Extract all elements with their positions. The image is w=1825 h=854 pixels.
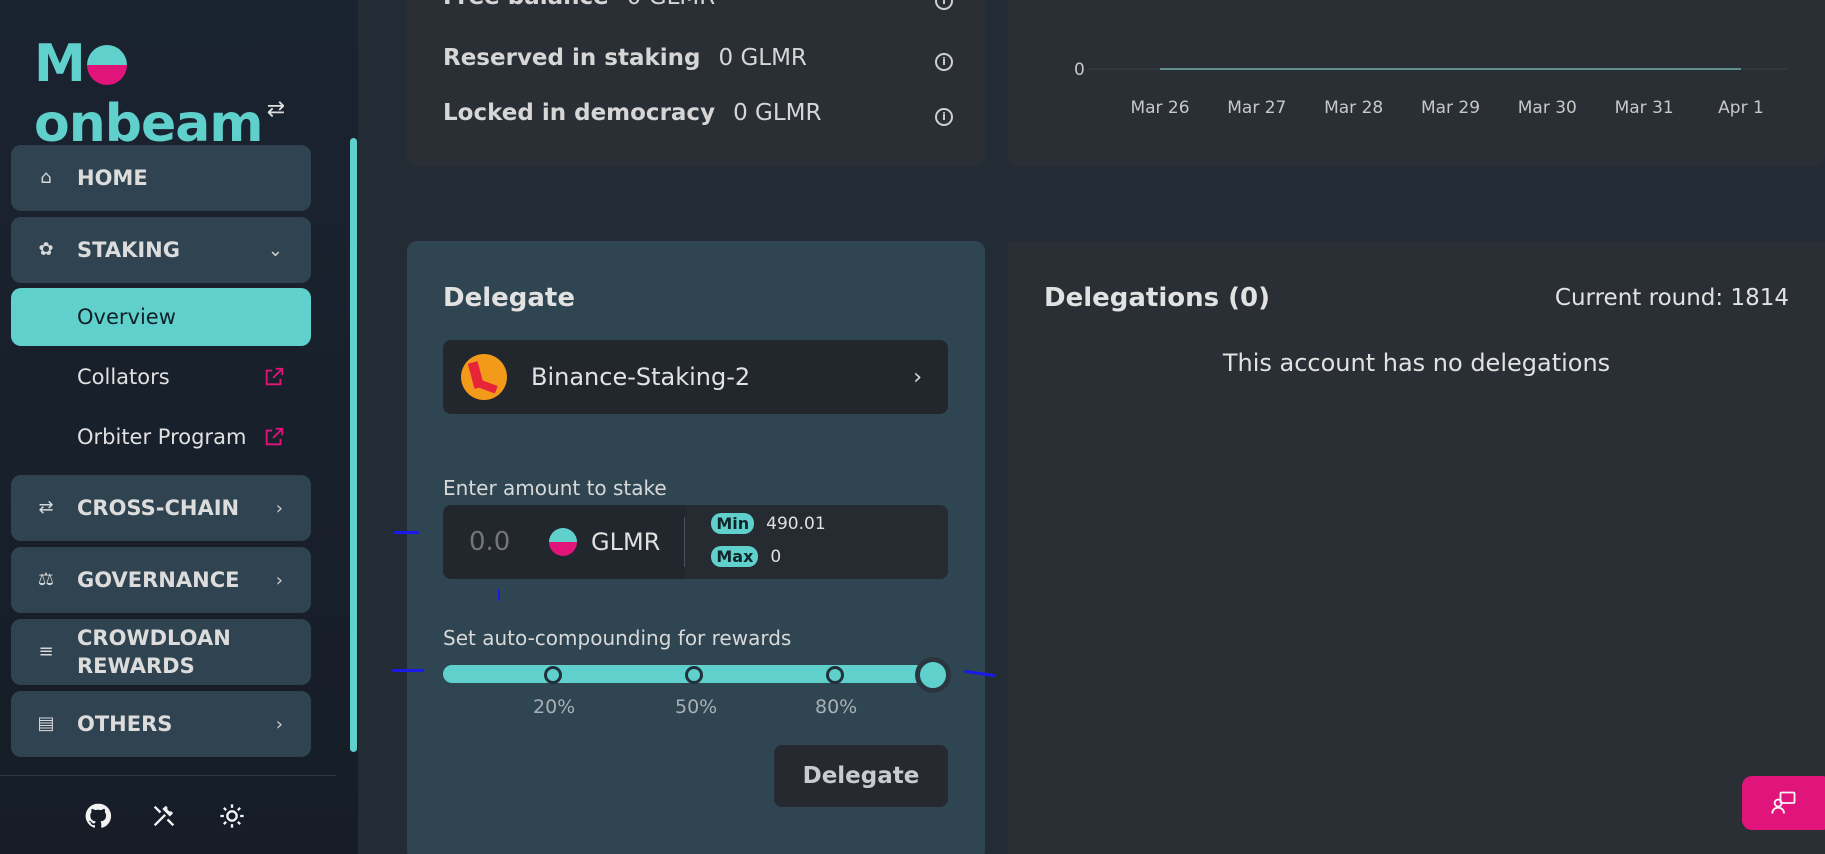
chart-x-tick-label: Mar 31 xyxy=(1615,98,1674,118)
info-icon[interactable]: i xyxy=(935,108,953,126)
max-button[interactable]: Max xyxy=(711,546,759,567)
balance-chart: 0 Mar 26 Mar 27 Mar 28 Mar 29 Mar 30 Mar 31 Apr… xyxy=(1074,60,1788,118)
compound-slider-thumb[interactable] xyxy=(915,657,951,693)
nav-home[interactable]: ⌂ HOME xyxy=(11,145,311,211)
sidebar-scrollbar[interactable] xyxy=(350,138,357,752)
nav-cross-chain-label: CROSS-CHAIN xyxy=(77,496,240,520)
chevron-right-icon: › xyxy=(275,713,283,735)
delegations-title: Delegations (0) xyxy=(1044,283,1271,313)
locked-balance-value: 0 GLMR xyxy=(733,100,822,126)
vote-icon: ⚖ xyxy=(37,569,55,590)
external-link-icon xyxy=(265,427,284,446)
nav-staking-label: STAKING xyxy=(77,238,180,262)
reserved-balance-label: Reserved in staking xyxy=(443,45,701,71)
amount-box: GLMR Min 490.01 Max 0 xyxy=(443,505,948,579)
annotation-mark xyxy=(498,589,500,601)
tick-label-20: 20% xyxy=(533,696,576,718)
slider-stop-50[interactable] xyxy=(685,666,703,684)
min-row: Min 490.01 xyxy=(711,513,826,534)
chevron-down-icon: ⌄ xyxy=(267,239,283,261)
transfer-icon: ⇄ xyxy=(38,497,54,518)
moon-logo-icon xyxy=(86,45,127,85)
delegate-button[interactable]: Delegate xyxy=(774,745,948,807)
support-chat-button[interactable] xyxy=(1742,776,1825,830)
nav-cross-chain[interactable]: ⇄ CROSS-CHAIN › xyxy=(11,475,311,541)
tick-label-50: 50% xyxy=(675,696,718,718)
sidebar-item-label: Overview xyxy=(77,305,176,329)
amount-input[interactable] xyxy=(469,527,549,557)
chart-x-tick-label: Mar 29 xyxy=(1421,98,1480,118)
chart-x-tick-label: Mar 26 xyxy=(1130,98,1189,118)
sidebar-item-collators[interactable]: Collators xyxy=(11,348,311,406)
nav-home-label: HOME xyxy=(77,166,148,190)
nav-crowdloan-label: CROWDLOAN REWARDS xyxy=(77,626,231,678)
free-balance-row: Free balance 0 GLMR i xyxy=(443,0,953,10)
moonbeam-logo[interactable]: Monbeam xyxy=(34,34,304,154)
sidebar: Monbeam ⇄ ⌂ HOME ✿ STAKING ⌄ Overview Co… xyxy=(0,0,358,854)
nav-staking[interactable]: ✿ STAKING ⌄ xyxy=(11,217,311,283)
sun-icon[interactable] xyxy=(216,800,248,832)
chart-x-tick-label: Apr 1 xyxy=(1718,98,1764,118)
delegate-title: Delegate xyxy=(443,283,575,313)
balance-chart-card: 0 Mar 26 Mar 27 Mar 28 Mar 29 Mar 30 Mar 31 Apr… xyxy=(1008,0,1825,166)
plant-icon: ✿ xyxy=(38,239,54,260)
nav-governance-label: GOVERNANCE xyxy=(77,568,240,592)
nav-crowdloan-rewards[interactable]: ≡ CROWDLOAN REWARDS xyxy=(11,619,311,685)
nav-others[interactable]: ▤ OTHERS › xyxy=(11,691,311,757)
slider-stop-80[interactable] xyxy=(826,666,844,684)
external-link-icon xyxy=(265,367,284,386)
github-icon[interactable] xyxy=(82,800,114,832)
swap-icon[interactable]: ⇄ xyxy=(264,98,288,122)
chat-user-icon xyxy=(1771,791,1796,814)
chevron-right-icon: › xyxy=(275,497,283,519)
min-value: 490.01 xyxy=(766,513,826,534)
reserved-balance-row: Reserved in staking 0 GLMR i xyxy=(443,45,953,71)
compound-label: Set auto-compounding for rewards xyxy=(443,626,792,650)
free-balance-label: Free balance xyxy=(443,0,609,10)
info-icon[interactable]: i xyxy=(935,53,953,71)
tick-label-80: 80% xyxy=(815,696,858,718)
balance-card: Free balance 0 GLMR i Reserved in stakin… xyxy=(407,0,985,166)
min-button[interactable]: Min xyxy=(711,513,755,534)
sidebar-item-label: Orbiter Program xyxy=(77,425,247,449)
empty-delegations-text: This account has no delegations xyxy=(1222,349,1611,377)
delegate-card: Delegate Binance-Staking-2 › Enter amoun… xyxy=(407,241,985,854)
amount-label: Enter amount to stake xyxy=(443,476,667,500)
current-round: Current round: 1814 xyxy=(1554,285,1789,311)
min-max-panel: Min 490.01 Max 0 xyxy=(685,505,948,579)
token-label: GLMR xyxy=(591,528,661,556)
chart-x-tick-label: Mar 30 xyxy=(1518,98,1577,118)
annotation-mark xyxy=(393,531,419,534)
collator-name: Binance-Staking-2 xyxy=(531,363,751,391)
chart-y-tick-label: 0 xyxy=(1074,60,1085,80)
free-balance-value: 0 GLMR xyxy=(627,0,935,10)
layout-icon: ▤ xyxy=(37,713,55,734)
chart-x-tick-label: Mar 27 xyxy=(1227,98,1286,118)
max-value: 0 xyxy=(770,546,782,567)
info-icon[interactable]: i xyxy=(935,0,953,10)
locked-balance-label: Locked in democracy xyxy=(443,100,716,126)
home-icon: ⌂ xyxy=(40,167,52,188)
nav-others-label: OTHERS xyxy=(77,712,173,736)
sidebar-divider xyxy=(0,775,336,776)
delegations-card: Delegations (0) Current round: 1814 This… xyxy=(1008,241,1825,854)
tools-icon[interactable] xyxy=(148,800,180,832)
max-row: Max 0 xyxy=(711,546,781,567)
nav-governance[interactable]: ⚖ GOVERNANCE › xyxy=(11,547,311,613)
chevron-right-icon: › xyxy=(913,364,922,390)
collator-avatar xyxy=(461,354,507,400)
sidebar-item-orbiter-program[interactable]: Orbiter Program xyxy=(11,408,311,466)
slider-stop-20[interactable] xyxy=(544,666,562,684)
chevron-right-icon: › xyxy=(275,569,283,591)
sidebar-item-label: Collators xyxy=(77,365,170,389)
chart-x-tick-label: Mar 28 xyxy=(1324,98,1383,118)
sidebar-item-overview[interactable]: Overview xyxy=(11,288,311,346)
reserved-balance-value: 0 GLMR xyxy=(718,45,807,71)
locked-balance-row: Locked in democracy 0 GLMR i xyxy=(443,100,953,126)
glmr-token-icon xyxy=(549,528,577,556)
annotation-mark xyxy=(392,669,424,672)
collator-select[interactable]: Binance-Staking-2 › xyxy=(443,340,948,414)
coins-icon: ≡ xyxy=(38,641,54,662)
